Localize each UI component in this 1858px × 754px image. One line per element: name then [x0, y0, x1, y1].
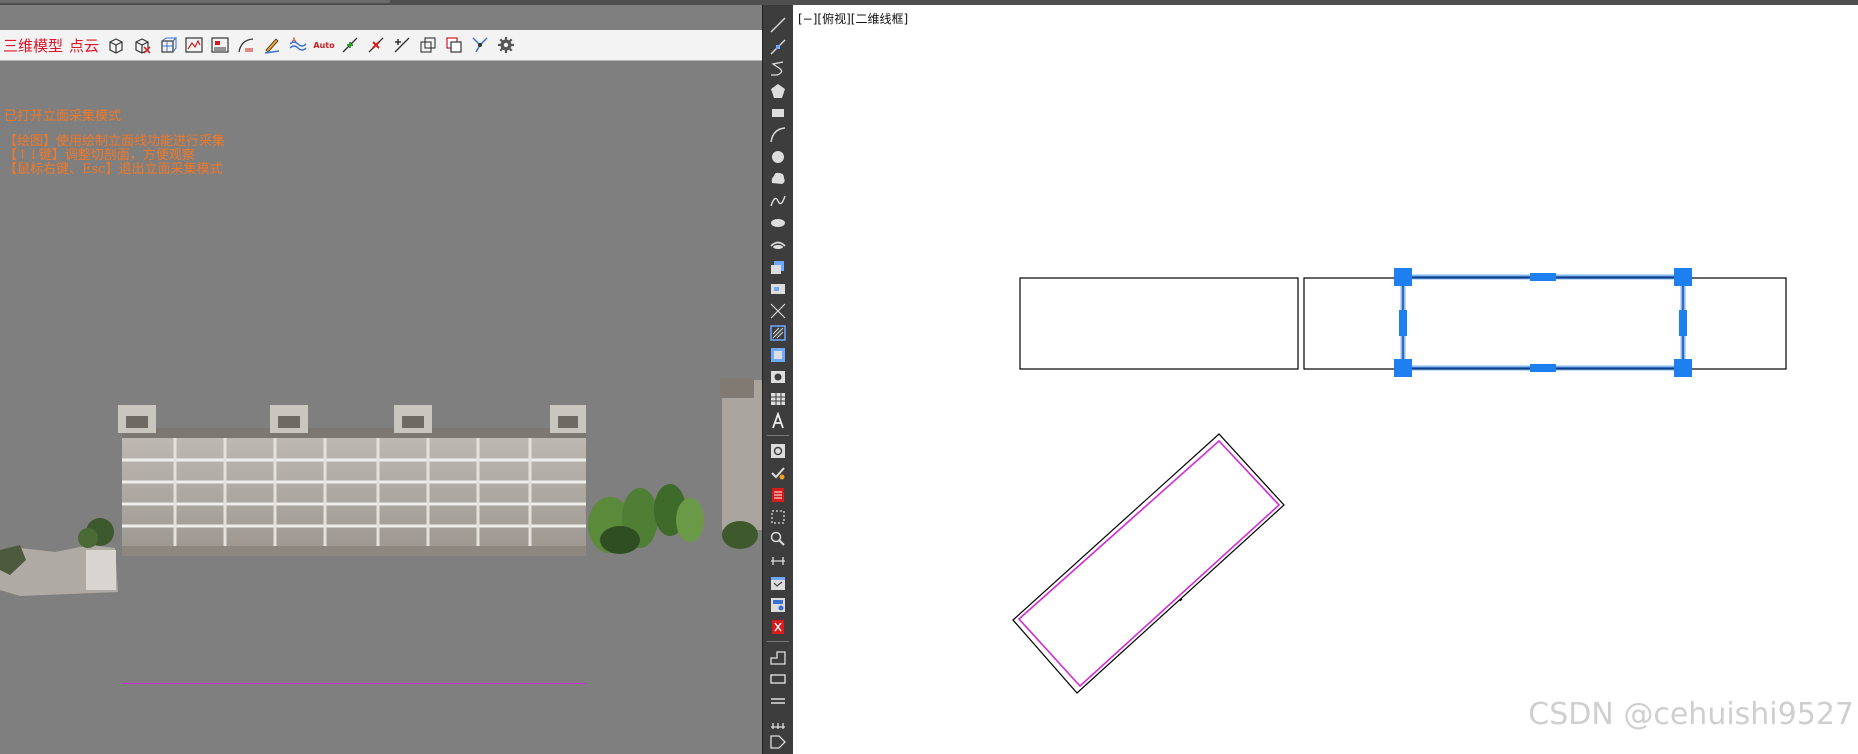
construction-line-icon[interactable]	[768, 37, 788, 56]
wave-icon[interactable]: A	[289, 36, 307, 54]
corner-grip[interactable]	[1394, 359, 1412, 377]
spline-tool-icon[interactable]	[768, 191, 788, 210]
corner-grip[interactable]	[1674, 359, 1692, 377]
corner-grip[interactable]	[1394, 268, 1412, 286]
select-dashed-icon[interactable]	[768, 507, 788, 526]
region-tool-icon[interactable]	[768, 367, 788, 386]
red-layer-icon[interactable]	[768, 485, 788, 504]
text-tool-icon[interactable]	[768, 411, 788, 430]
tag-tool-icon[interactable]	[768, 733, 788, 752]
rotated-footprint[interactable]	[1012, 433, 1285, 694]
check-tool-icon[interactable]	[768, 463, 788, 482]
drawing-canvas[interactable]	[793, 5, 1858, 754]
ellipse-arc-tool-icon[interactable]	[768, 235, 788, 254]
rectangle-tool-icon[interactable]	[768, 103, 788, 122]
section-cut-line	[122, 683, 586, 684]
gradient-tool-icon[interactable]	[768, 345, 788, 364]
midpoint-grip[interactable]	[1679, 310, 1687, 336]
mode-pointcloud-tab[interactable]: 点云	[69, 35, 99, 56]
polyline-tool-icon[interactable]	[768, 59, 788, 78]
drawing-area-2d[interactable]: [−][俯视][二维线框] CSDN @cehuishi9527	[793, 5, 1858, 754]
midpoint-grip[interactable]	[1530, 273, 1556, 281]
status-message: 已打开立面采集模式	[4, 109, 122, 124]
zoom-extents-icon[interactable]	[768, 441, 788, 460]
delete-point-icon[interactable]	[367, 36, 385, 54]
mode-3d-model-tab[interactable]: 三维模型	[3, 35, 63, 56]
magnify-refresh-icon[interactable]	[768, 529, 788, 548]
point-tool-icon[interactable]	[768, 301, 788, 320]
table-tool-icon[interactable]	[768, 389, 788, 408]
building-3d-model	[0, 378, 762, 596]
footprint-rect-1[interactable]	[1019, 277, 1299, 370]
curve-icon[interactable]	[237, 36, 255, 54]
midpoint-grip[interactable]	[1530, 364, 1556, 372]
rotated-facade-line[interactable]	[1017, 439, 1281, 688]
line-tool-icon[interactable]	[768, 15, 788, 34]
selected-rect[interactable]	[1402, 276, 1684, 369]
arc-tool-icon[interactable]	[768, 125, 788, 144]
box-icon[interactable]	[107, 36, 125, 54]
footprint-rect-2[interactable]	[1303, 277, 1787, 370]
red-tool-icon[interactable]	[768, 617, 788, 636]
stack-icon[interactable]	[445, 36, 463, 54]
image-table-icon[interactable]	[211, 36, 229, 54]
palette-separator	[767, 435, 789, 436]
selection-highlight	[1400, 274, 1686, 371]
polygon-tool-icon[interactable]	[768, 81, 788, 100]
palette-separator	[767, 641, 789, 642]
viewport-3d[interactable]: 三维模型 点云 A Auto 已打开立面采集模式 【绘图】使用绘制立面线功能进行…	[0, 5, 762, 754]
layer-manager-icon[interactable]	[768, 595, 788, 614]
toolbar-3d: 三维模型 点云 A Auto	[0, 30, 762, 61]
fence-tool-icon[interactable]	[768, 713, 788, 732]
cube-transform-icon[interactable]	[419, 36, 437, 54]
top-bar-segment	[0, 0, 390, 3]
draw-tool-palette	[762, 5, 794, 754]
watermark: CSDN @cehuishi9527	[1528, 697, 1854, 732]
corner-grip[interactable]	[1674, 268, 1692, 286]
box-grid-icon[interactable]	[159, 36, 178, 54]
settings-icon[interactable]	[497, 36, 515, 54]
add-point-icon[interactable]	[393, 36, 411, 54]
make-block-icon[interactable]	[768, 279, 788, 298]
vertex-icon[interactable]	[471, 36, 489, 54]
hint-exit: 【鼠标右键、Esc】退出立面采集模式	[4, 162, 223, 177]
image-chart-icon[interactable]	[185, 36, 203, 54]
revision-cloud-icon[interactable]	[768, 169, 788, 188]
midpoint-grip[interactable]	[1399, 310, 1407, 336]
wall-rect-icon[interactable]	[768, 669, 788, 688]
step-tool-icon[interactable]	[768, 647, 788, 666]
circle-tool-icon[interactable]	[768, 147, 788, 166]
draw-line-icon[interactable]	[263, 36, 281, 54]
double-line-icon[interactable]	[768, 691, 788, 710]
snap-point-icon[interactable]	[341, 36, 359, 54]
auto-icon[interactable]: Auto	[313, 36, 334, 54]
ellipse-tool-icon[interactable]	[768, 213, 788, 232]
dimension-tool-icon[interactable]	[768, 551, 788, 570]
box-cut-icon[interactable]	[133, 36, 151, 54]
hatch-tool-icon[interactable]	[768, 323, 788, 342]
insert-block-icon[interactable]	[768, 257, 788, 276]
calendar-tool-icon[interactable]	[768, 573, 788, 592]
